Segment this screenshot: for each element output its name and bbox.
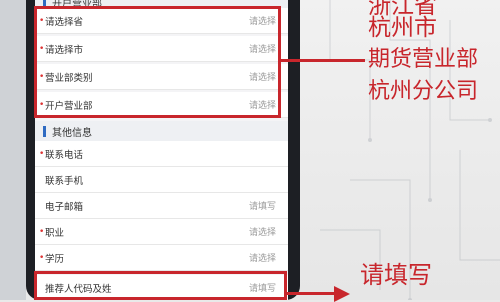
callout-line-top: [281, 59, 365, 62]
circuit-decoration: [320, 0, 500, 300]
required-mark: •: [39, 226, 45, 237]
annotation-hangzhou-branch: 杭州分公司: [368, 79, 479, 104]
row-value: 请选择: [248, 228, 276, 238]
left-background: [0, 0, 26, 300]
callout-line-bottom: [287, 292, 335, 295]
row-mobile[interactable]: 联系手机: [35, 167, 288, 193]
row-label: 学历: [45, 253, 65, 265]
highlight-branch-box: [34, 6, 281, 118]
section-header-other: 其他信息: [35, 121, 288, 141]
row-occupation[interactable]: • 职业 请选择: [35, 219, 288, 245]
annotation-city: 杭州市: [368, 15, 437, 41]
row-value: 请选择: [248, 254, 276, 264]
row-label: 电子邮箱: [45, 201, 84, 213]
section-title: 其他信息: [52, 127, 92, 139]
row-value: 请填写: [248, 202, 276, 212]
annotation-fill-in: 请填写: [360, 261, 432, 289]
annotation-futures-branch: 期货营业部: [368, 47, 479, 72]
row-education[interactable]: • 学历 请选择: [35, 245, 288, 271]
row-email[interactable]: 电子邮箱 请填写: [35, 193, 288, 219]
row-label: 职业: [45, 227, 65, 239]
required-mark: •: [39, 252, 45, 263]
highlight-referrer-box: [34, 271, 287, 300]
row-contact-phone[interactable]: • 联系电话: [35, 141, 288, 167]
row-label: 联系电话: [45, 149, 84, 161]
required-mark: •: [39, 148, 45, 159]
section-bar: [43, 125, 46, 137]
row-label: 联系手机: [45, 175, 84, 187]
